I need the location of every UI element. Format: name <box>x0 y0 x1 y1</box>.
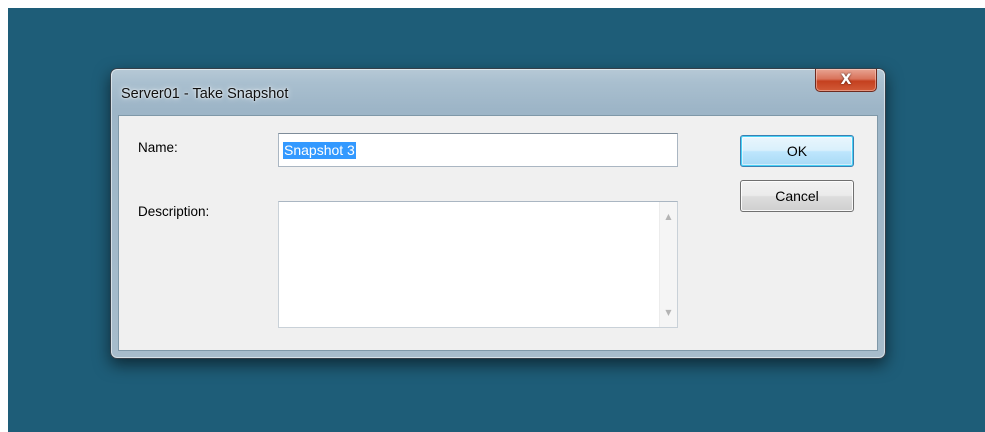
scroll-down-icon[interactable]: ▼ <box>660 304 677 321</box>
desktop-background: Server01 - Take Snapshot X Name: Snapsho… <box>8 8 985 432</box>
close-icon: X <box>840 72 852 88</box>
scroll-up-icon[interactable]: ▲ <box>660 208 677 225</box>
close-button[interactable]: X <box>815 69 877 92</box>
name-label: Name: <box>138 140 178 155</box>
name-input[interactable]: Snapshot 3 <box>278 133 678 167</box>
cancel-button[interactable]: Cancel <box>740 180 854 212</box>
ok-button[interactable]: OK <box>740 135 854 167</box>
title-bar[interactable]: Server01 - Take Snapshot X <box>111 69 885 115</box>
name-input-selected-text: Snapshot 3 <box>283 142 356 159</box>
description-textarea[interactable]: ▲ ▼ <box>278 201 678 328</box>
window-title: Server01 - Take Snapshot <box>121 86 289 102</box>
description-scrollbar[interactable]: ▲ ▼ <box>659 202 677 327</box>
dialog-client-area: Name: Snapshot 3 Description: ▲ ▼ OK Can… <box>118 115 878 351</box>
take-snapshot-dialog: Server01 - Take Snapshot X Name: Snapsho… <box>110 68 886 359</box>
description-label: Description: <box>138 204 210 219</box>
